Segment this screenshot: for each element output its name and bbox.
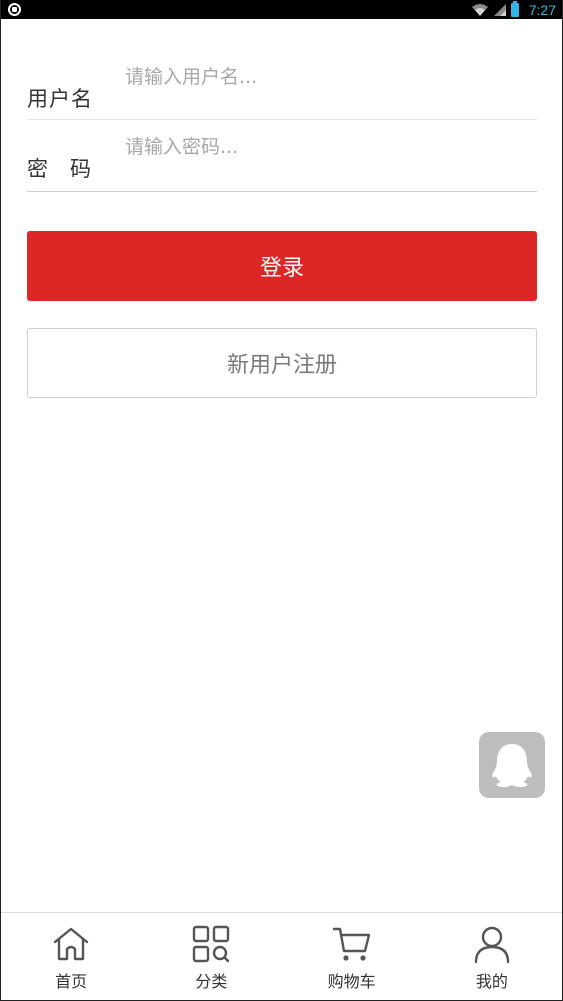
qq-float-button[interactable]: [479, 732, 545, 798]
bottom-tab-bar: 首页 分类 购物车 我的: [1, 912, 562, 1000]
tab-cart-label: 购物车: [327, 972, 376, 991]
tab-category-label: 分类: [195, 972, 228, 991]
register-button[interactable]: 新用户注册: [27, 328, 537, 398]
password-row: 密码: [27, 120, 537, 192]
status-time: 7:27: [528, 1, 556, 18]
password-label-char-2: 码: [70, 157, 92, 181]
tab-home[interactable]: 首页: [1, 913, 141, 1000]
status-right-group: 7:27: [471, 0, 556, 19]
signal-icon: [493, 3, 506, 16]
login-form: 用户名 密码: [27, 50, 537, 192]
status-bar: 7:27: [1, 0, 562, 19]
cart-icon: [332, 927, 370, 961]
qq-icon: [492, 744, 532, 788]
home-icon: [53, 927, 89, 961]
login-button[interactable]: 登录: [27, 231, 537, 301]
tab-category[interactable]: 分类: [141, 913, 281, 1000]
password-label: 密码: [27, 153, 92, 183]
tab-home-label: 首页: [55, 972, 88, 991]
user-icon: [474, 926, 510, 964]
username-row: 用户名: [27, 50, 537, 120]
battery-icon: [510, 0, 519, 17]
shield-icon: [8, 3, 21, 16]
password-label-char-1: 密: [27, 157, 49, 181]
app-frame: 7:27 用户名 密码 登录 新用户注册 首页: [0, 0, 563, 1001]
tab-cart[interactable]: 购物车: [282, 913, 422, 1000]
username-label: 用户名: [27, 87, 93, 111]
username-input[interactable]: [125, 62, 525, 92]
wifi-icon: [471, 3, 488, 16]
password-input[interactable]: [125, 132, 525, 162]
tab-mine-label: 我的: [475, 972, 508, 991]
tab-mine[interactable]: 我的: [422, 913, 562, 1000]
category-icon: [193, 925, 230, 963]
